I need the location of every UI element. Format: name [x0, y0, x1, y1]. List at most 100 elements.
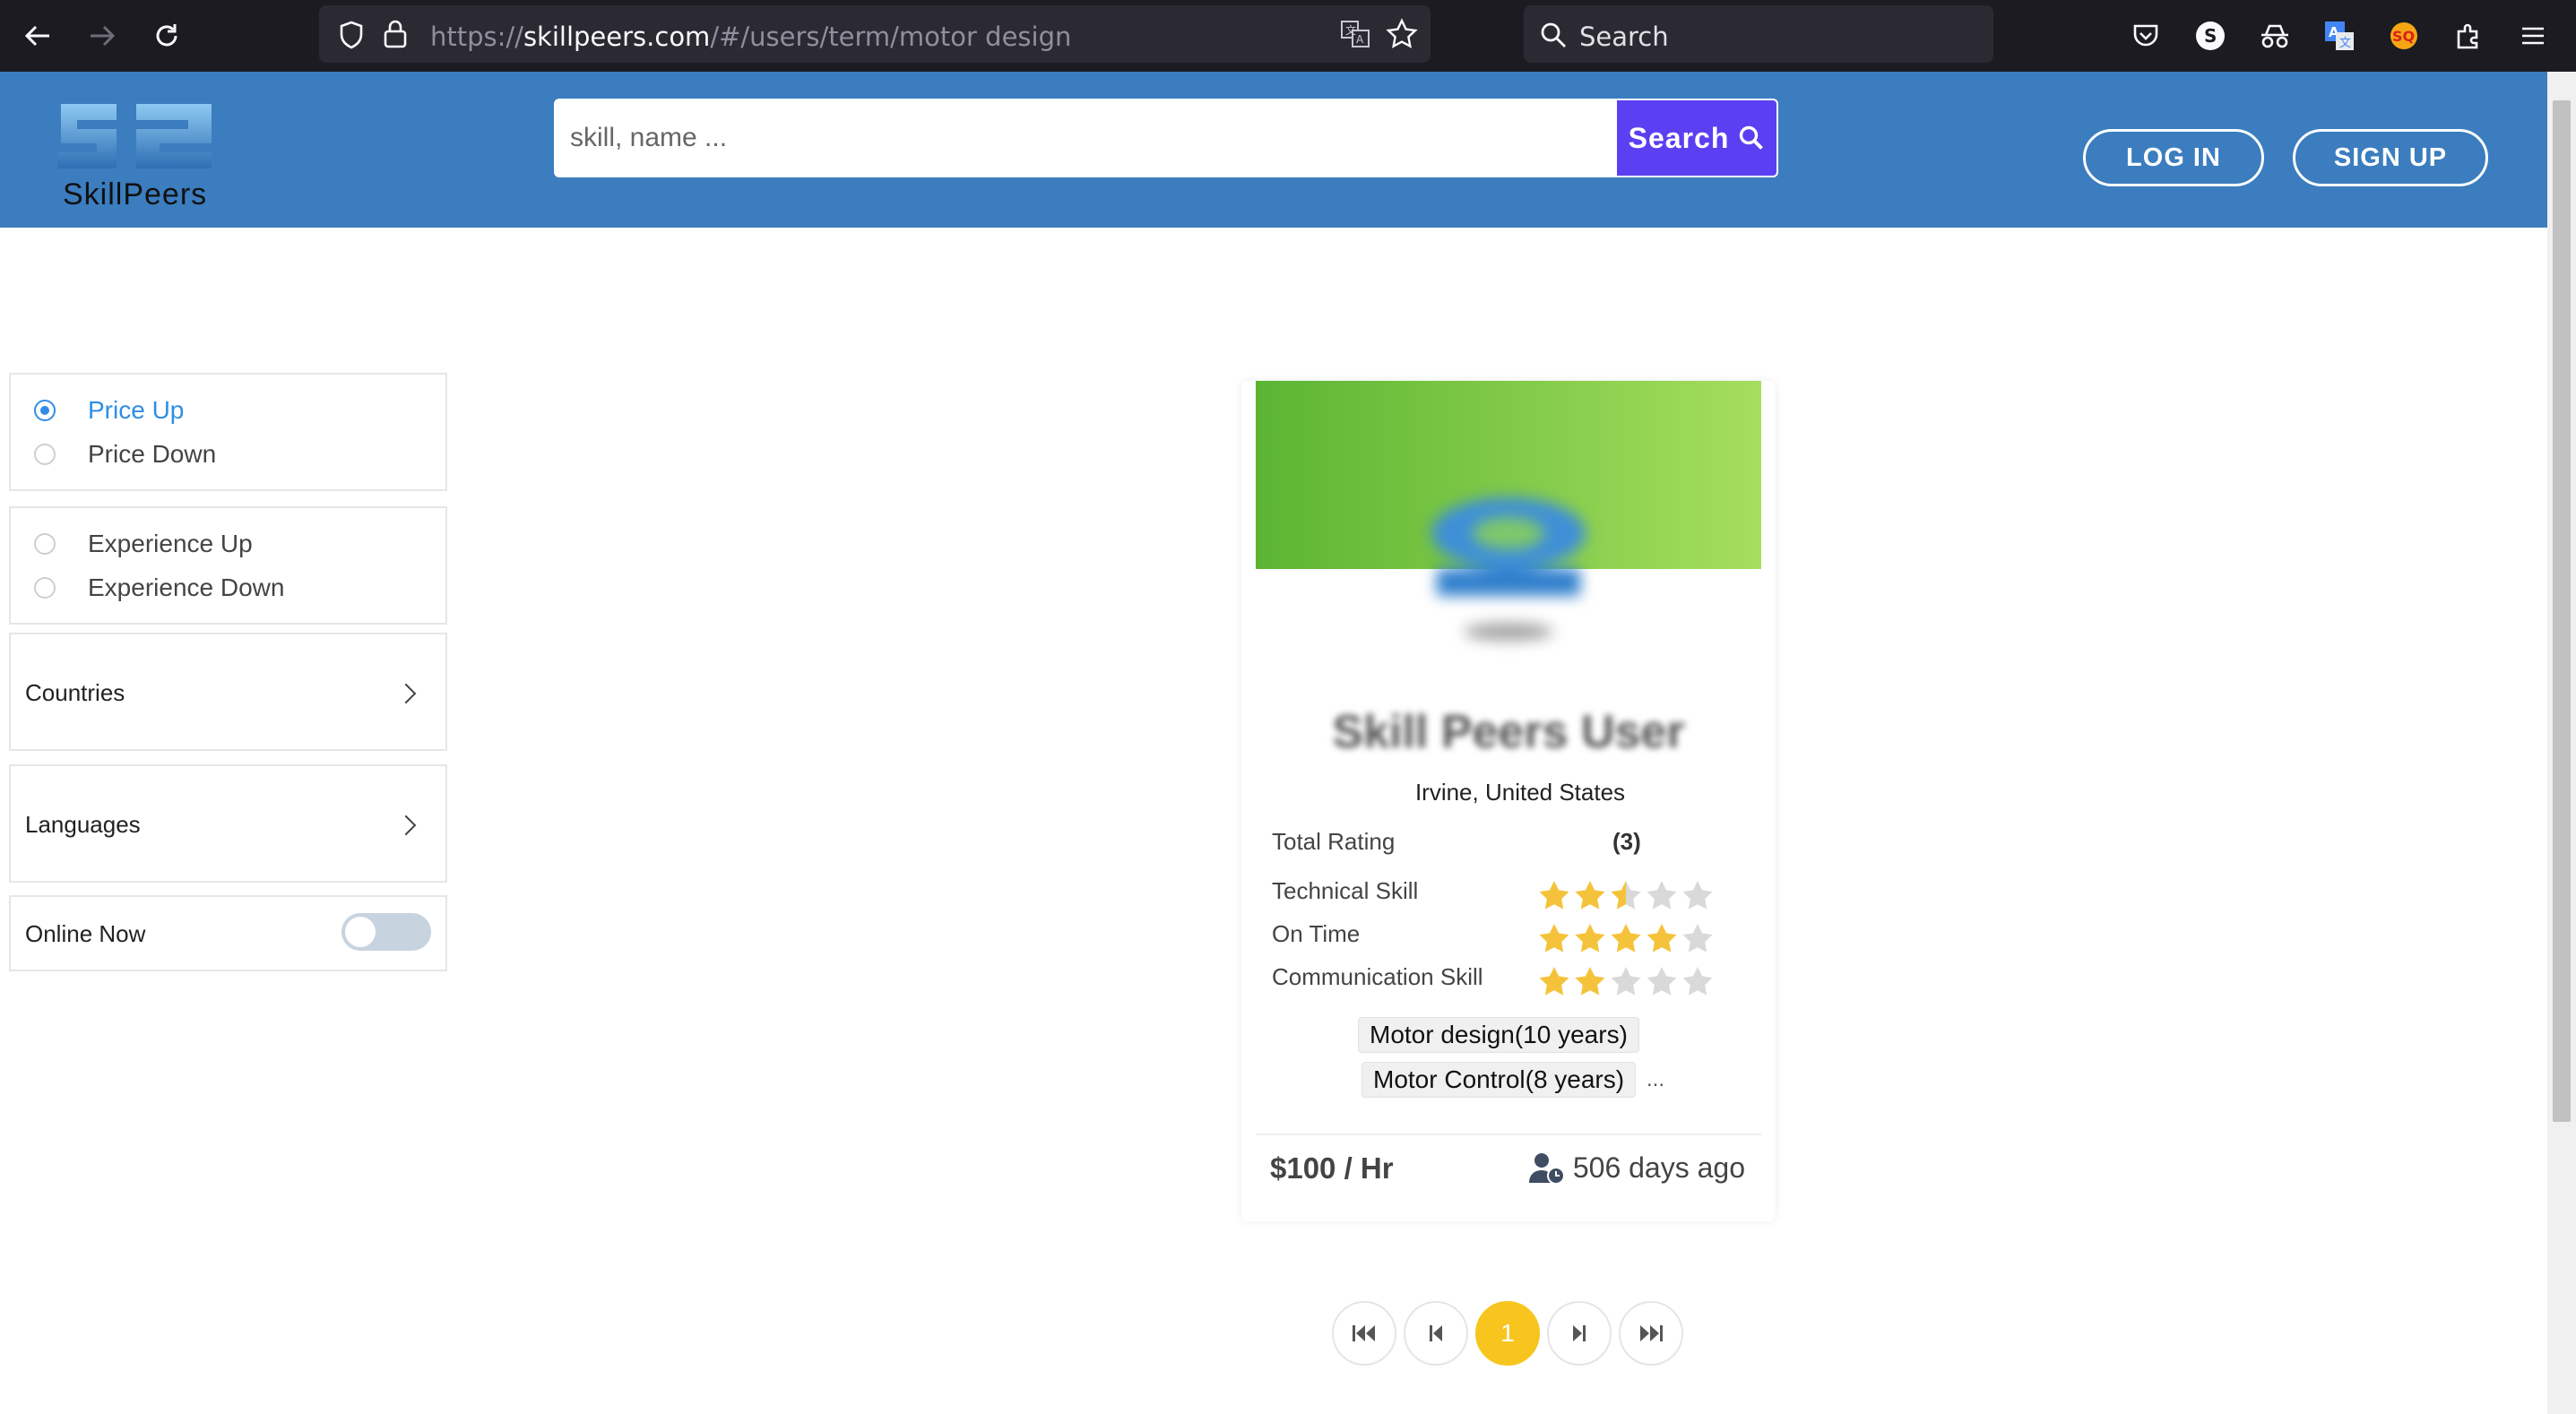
search-button-label: Search	[1628, 121, 1730, 154]
login-button[interactable]: LOG IN	[2083, 129, 2264, 186]
technical-skill-stars	[1537, 879, 1715, 911]
address-bar[interactable]: https://skillpeers.com/#/users/term/moto…	[319, 5, 1431, 63]
user-location: Irvine, United States	[1414, 779, 1626, 806]
user-name[interactable]: Skill Peers User	[1241, 705, 1776, 759]
online-now-toggle[interactable]	[341, 913, 431, 951]
experience-down-option[interactable]: Experience Down	[34, 570, 284, 606]
seoquake-icon[interactable]: SQ	[2386, 18, 2422, 54]
user-card[interactable]: Skill Peers User Irvine, United States T…	[1241, 381, 1776, 1221]
search-button[interactable]: Search	[1617, 100, 1776, 176]
countries-filter[interactable]: Countries	[9, 633, 447, 751]
last-seen-text: 506 days ago	[1572, 1151, 1745, 1184]
first-page-button[interactable]	[1332, 1301, 1396, 1366]
communication-skill-label: Communication Skill	[1272, 963, 1483, 990]
first-page-icon	[1353, 1325, 1375, 1341]
back-icon[interactable]	[18, 16, 57, 56]
google-translate-icon[interactable]: A文	[2321, 18, 2357, 54]
svg-text:S: S	[2204, 25, 2217, 47]
page-1-button[interactable]: 1	[1475, 1301, 1540, 1366]
star-filled-icon	[1539, 967, 1569, 996]
extensions-icon[interactable]	[2451, 18, 2486, 54]
next-page-icon	[1573, 1325, 1586, 1341]
radio-icon[interactable]	[34, 577, 56, 599]
hourly-price: $100 / Hr	[1270, 1151, 1394, 1185]
star-filled-icon	[1575, 924, 1605, 953]
browser-search-box[interactable]: Search	[1524, 5, 1993, 63]
languages-filter[interactable]: Languages	[9, 764, 447, 883]
svg-text:文: 文	[1345, 23, 1356, 37]
star-empty-icon	[1682, 881, 1713, 910]
site-header: SkillPeers Search LOG IN SIGN UP	[0, 72, 2547, 228]
star-empty-icon	[1682, 967, 1713, 996]
svg-text:A: A	[1356, 33, 1364, 46]
total-rating-count: (3)	[1612, 828, 1641, 855]
s-extension-icon[interactable]: S	[2192, 18, 2228, 54]
on-time-label: On Time	[1272, 920, 1361, 947]
experience-down-label: Experience Down	[88, 573, 285, 601]
toggle-knob	[345, 917, 376, 947]
on-time-stars	[1537, 922, 1715, 954]
radio-selected-icon[interactable]	[34, 400, 56, 421]
menu-icon[interactable]	[2515, 18, 2551, 54]
translate-icon[interactable]: 文A	[1339, 18, 1371, 55]
search-icon	[1538, 20, 1569, 55]
pocket-icon[interactable]	[2128, 18, 2164, 54]
search-icon	[1740, 125, 1764, 150]
skillpeers-logo[interactable]: SkillPeers	[50, 99, 220, 213]
price-sort-panel: Price Up Price Down	[9, 373, 447, 491]
languages-label: Languages	[25, 811, 141, 838]
countries-label: Countries	[25, 679, 125, 706]
last-page-button[interactable]	[1619, 1301, 1683, 1366]
experience-up-label: Experience Up	[88, 530, 253, 557]
price-up-label: Price Up	[88, 396, 185, 424]
total-rating-label: Total Rating	[1272, 828, 1396, 855]
star-empty-icon	[1682, 924, 1713, 953]
chevron-right-icon	[395, 815, 417, 836]
shield-icon[interactable]	[337, 20, 366, 55]
online-now-label: Online Now	[25, 920, 146, 947]
online-now-filter: Online Now	[9, 895, 447, 971]
communication-skill-stars	[1537, 965, 1715, 997]
browser-search-label: Search	[1579, 22, 1669, 52]
logo-text: SkillPeers	[63, 177, 208, 211]
user-clock-icon	[1528, 1152, 1565, 1185]
star-filled-icon	[1611, 924, 1641, 953]
star-empty-icon	[1647, 881, 1677, 910]
bookmark-star-icon[interactable]	[1386, 18, 1418, 55]
star-filled-icon	[1575, 881, 1605, 910]
signup-button[interactable]: SIGN UP	[2293, 129, 2488, 186]
search-input[interactable]	[556, 100, 1619, 176]
svg-text:SQ: SQ	[2392, 28, 2415, 45]
page-scrollbar[interactable]	[2547, 72, 2576, 1414]
url-text: https://skillpeers.com/#/users/term/moto…	[430, 22, 1072, 52]
price-down-option[interactable]: Price Down	[34, 436, 216, 472]
last-page-icon	[1640, 1325, 1663, 1341]
forward-icon[interactable]	[82, 16, 122, 56]
skill-tag[interactable]: Motor Control(8 years)	[1361, 1062, 1637, 1098]
site-search: Search	[554, 99, 1778, 177]
radio-icon[interactable]	[34, 444, 56, 465]
prev-page-button[interactable]	[1404, 1301, 1468, 1366]
browser-toolbar: https://skillpeers.com/#/users/term/moto…	[0, 0, 2576, 72]
prev-page-icon	[1430, 1325, 1442, 1341]
price-up-option[interactable]: Price Up	[34, 392, 184, 428]
experience-up-option[interactable]: Experience Up	[34, 526, 253, 562]
skill-tag[interactable]: Motor design(10 years)	[1358, 1017, 1639, 1053]
user-avatar[interactable]	[1419, 479, 1598, 650]
card-divider	[1256, 1134, 1761, 1135]
radio-icon[interactable]	[34, 533, 56, 555]
experience-sort-panel: Experience Up Experience Down	[9, 506, 447, 625]
logo-mark-icon	[57, 104, 212, 168]
scrollbar-thumb[interactable]	[2553, 100, 2571, 1122]
star-empty-icon	[1647, 967, 1677, 996]
star-filled-icon	[1539, 924, 1569, 953]
chevron-right-icon	[395, 683, 417, 704]
next-page-button[interactable]	[1547, 1301, 1612, 1366]
incognito-extension-icon[interactable]	[2257, 18, 2293, 54]
svg-text:文: 文	[2339, 37, 2351, 50]
star-filled-icon	[1611, 881, 1641, 910]
price-down-label: Price Down	[88, 440, 217, 468]
reload-icon[interactable]	[147, 16, 186, 56]
lock-icon[interactable]	[382, 18, 409, 55]
technical-skill-label: Technical Skill	[1272, 877, 1419, 904]
